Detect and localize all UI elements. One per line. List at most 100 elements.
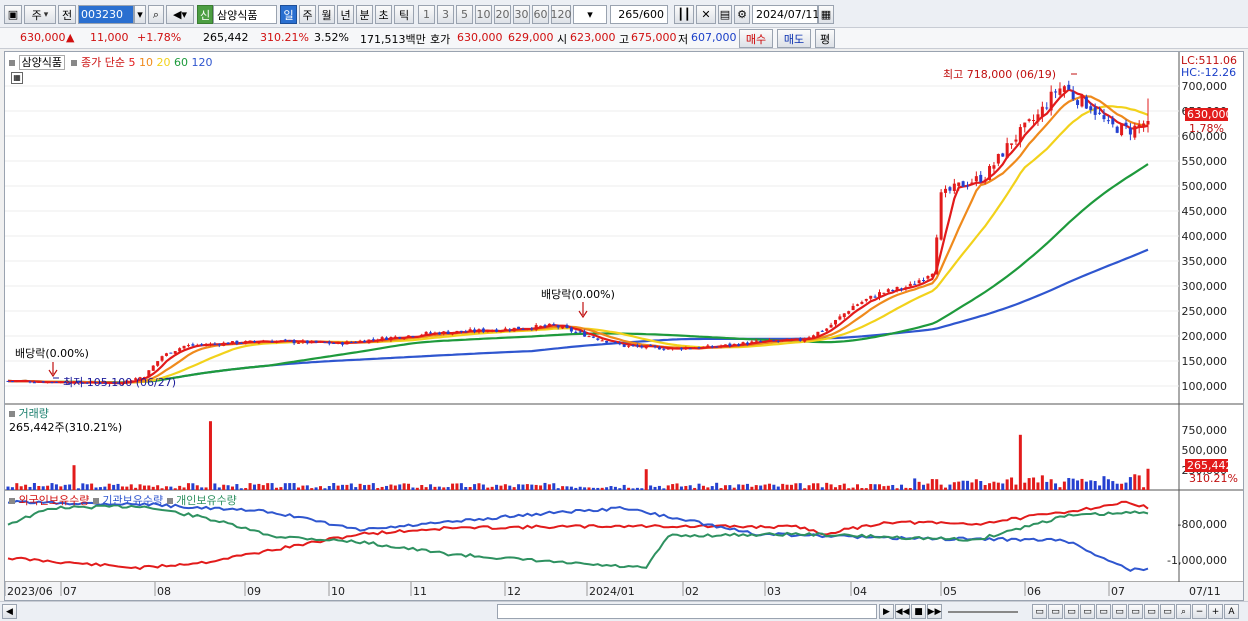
volume-bar (803, 488, 807, 490)
zoom-icon[interactable]: ⌕ (1176, 604, 1191, 619)
period-year[interactable]: 년 (337, 5, 354, 24)
volume-bar (1076, 480, 1080, 490)
period-week[interactable]: 주 (299, 5, 316, 24)
candle-body (1062, 86, 1066, 92)
font-icon[interactable]: A (1224, 604, 1239, 619)
interval-60[interactable]: 60 (532, 5, 549, 24)
stock-code-input[interactable]: 003230 (78, 5, 134, 24)
candle-body (213, 343, 217, 345)
table-icon[interactable]: ▦ (11, 72, 23, 84)
interval-20[interactable]: 20 (494, 5, 511, 24)
zoom-in-icon[interactable]: + (1208, 604, 1223, 619)
candle-body (46, 381, 50, 383)
buy-button[interactable]: 매수 (739, 29, 773, 48)
code-dropdown-icon[interactable]: ▾ (134, 5, 146, 24)
candle-body (429, 332, 433, 334)
gear-icon[interactable]: ⚙ (734, 5, 750, 24)
speaker-icon[interactable]: ◀▾ (166, 5, 194, 24)
scroll-right-icon[interactable]: ▶ (879, 604, 894, 619)
candle-body (922, 280, 926, 282)
layout-icon-4[interactable]: ▭ (1080, 604, 1095, 619)
zoom-out-icon[interactable]: − (1192, 604, 1207, 619)
layout-icon-6[interactable]: ▭ (1112, 604, 1127, 619)
interval-10[interactable]: 10 (475, 5, 492, 24)
interval-5[interactable]: 5 (456, 5, 473, 24)
layout-icon-8[interactable]: ▭ (1144, 604, 1159, 619)
volume-bar (944, 487, 948, 490)
candle-body (1067, 84, 1071, 90)
crosshair-icon[interactable]: ✕ (696, 5, 716, 24)
period-month[interactable]: 월 (318, 5, 335, 24)
x-tick-label: 09 (247, 585, 261, 598)
volume-bar (319, 486, 323, 490)
scroll-thumb[interactable] (497, 604, 877, 619)
candle-body (776, 340, 780, 342)
save-icon[interactable]: ▤ (718, 5, 732, 24)
candle-body (437, 332, 441, 335)
candle-body (424, 331, 428, 335)
chart-canvas[interactable]: 100,000 150,000 200,000 250,000 300,000 350,0… (5, 52, 1243, 600)
stop-icon[interactable]: ■ (911, 604, 926, 619)
volume-bar (891, 484, 895, 490)
count-display[interactable]: 265/600 (610, 5, 668, 24)
candle-body (816, 331, 820, 337)
volume-bar (807, 485, 811, 490)
layout-icon-5[interactable]: ▭ (1096, 604, 1111, 619)
scroll-first-icon[interactable]: ◀◀ (895, 604, 910, 619)
market-type-select[interactable]: 주 (24, 5, 56, 24)
volume-bar (851, 487, 855, 490)
interval-3[interactable]: 3 (437, 5, 454, 24)
bid-label: 호가 (430, 33, 451, 46)
volume-bar (116, 483, 120, 490)
volume-bar (974, 479, 978, 490)
x-tick-label: 05 (943, 585, 957, 598)
candle-body (495, 329, 499, 332)
bid-price-1: 630,000 (457, 31, 503, 44)
window-icon[interactable]: ▣ (4, 5, 22, 24)
period-second[interactable]: 초 (375, 5, 392, 24)
interval-30[interactable]: 30 (513, 5, 530, 24)
volume-bar (811, 483, 815, 490)
chart-scrollbar[interactable]: ◀ ▶ ◀◀ ■ ▶▶ ▭ ▭ ▭ ▭ ▭ ▭ ▭ ▭ ▭ ⌕ − + A (0, 601, 1248, 621)
candle-body (855, 304, 859, 306)
candle-body (442, 331, 446, 335)
layout-icon-3[interactable]: ▭ (1064, 604, 1079, 619)
candle-body (534, 325, 538, 330)
custom-interval-input[interactable]: ▾ (573, 5, 607, 24)
candle-type-icon[interactable]: ┃┃ (674, 5, 694, 24)
interval-120[interactable]: 120 (551, 5, 572, 24)
candle-body (244, 340, 248, 344)
layout-icon-2[interactable]: ▭ (1048, 604, 1063, 619)
period-minute[interactable]: 분 (356, 5, 373, 24)
candle-body (842, 313, 846, 318)
evaluate-button[interactable]: 평 (815, 29, 835, 48)
scroll-last-icon[interactable]: ▶▶ (927, 604, 942, 619)
x-tick-label: 06 (1027, 585, 1041, 598)
volume-bar (1067, 478, 1071, 490)
candle-body (54, 381, 58, 383)
period-tick[interactable]: 틱 (394, 5, 414, 24)
candle-body (613, 342, 617, 344)
volume-bar (508, 485, 512, 490)
layout-icon-1[interactable]: ▭ (1032, 604, 1047, 619)
volume-bar (164, 486, 168, 490)
chart-area[interactable]: 100,000 150,000 200,000 250,000 300,000 350,0… (4, 51, 1244, 601)
zoom-slider[interactable] (948, 611, 1018, 613)
calendar-icon[interactable]: ▦ (818, 5, 834, 24)
sell-button[interactable]: 매도 (777, 29, 811, 48)
period-day[interactable]: 일 (280, 5, 297, 24)
layout-icon-7[interactable]: ▭ (1128, 604, 1143, 619)
holding-tick-label: -800,000 (1178, 518, 1227, 531)
date-field[interactable]: 2024/07/11 (752, 5, 819, 24)
prev-button[interactable]: 전 (58, 5, 76, 24)
search-icon[interactable]: ⌕ (148, 5, 164, 24)
interval-1[interactable]: 1 (418, 5, 435, 24)
candle-body (811, 335, 815, 338)
scroll-left-icon[interactable]: ◀ (2, 604, 17, 619)
candle-body (992, 165, 996, 169)
volume-tick-label: 500,000 (1182, 444, 1228, 457)
layout-icon-9[interactable]: ▭ (1160, 604, 1175, 619)
stock-name-field[interactable]: 삼양식품 (213, 5, 277, 24)
candle-body (160, 356, 164, 361)
volume-bar (1098, 485, 1102, 490)
